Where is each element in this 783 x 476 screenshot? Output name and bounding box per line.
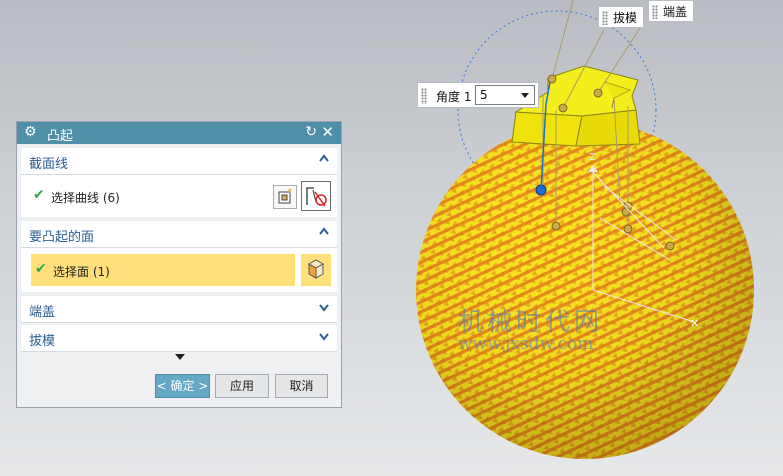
sketch-icon (278, 189, 292, 204)
chevron-down-icon[interactable] (319, 331, 329, 341)
section-curve-body: ✔ 选择曲线 (6) (21, 175, 337, 217)
sphere-body[interactable] (416, 121, 754, 459)
curve-icon (306, 187, 327, 207)
face-select-button[interactable] (301, 254, 331, 286)
end-cap-header[interactable]: 端盖 (21, 296, 337, 323)
chevron-down-icon[interactable] (319, 302, 329, 312)
ok-button[interactable]: < 确定 > (155, 374, 210, 398)
cube-icon (307, 259, 325, 279)
face-header[interactable]: 要凸起的面 (21, 221, 337, 248)
select-curve-label[interactable]: 选择曲线 (6) (51, 189, 120, 206)
grip-icon (602, 11, 608, 25)
sketch-section-button[interactable] (273, 185, 297, 209)
cancel-button[interactable]: 取消 (275, 374, 328, 398)
angle-label: 角度 1 (436, 90, 472, 104)
watermark-title: 机械时代网 (458, 307, 604, 336)
grip-icon (421, 88, 427, 104)
chevron-down-icon[interactable] (521, 93, 529, 98)
end-cap-handle-label[interactable]: 端盖 (648, 0, 695, 22)
dialog-titlebar[interactable]: ⚙ 凸起 ↻ ✕ (17, 122, 341, 144)
reset-icon[interactable]: ↻ (305, 124, 317, 140)
draft-header[interactable]: 拔模 (21, 325, 337, 352)
angle-input-box[interactable]: 角度 1 5 (417, 82, 539, 108)
curve-select-button[interactable] (301, 181, 331, 211)
svg-text:✕: ✕ (690, 317, 699, 330)
angle-value: 5 (480, 88, 488, 102)
draft-handle-label[interactable]: 拔模 (598, 6, 645, 28)
gear-icon[interactable]: ⚙ (24, 124, 37, 140)
grip-icon (652, 5, 658, 19)
section-curve-header[interactable]: 截面线 (21, 148, 337, 175)
check-icon: ✔ (33, 187, 45, 203)
axis-z-label: Z (589, 152, 596, 163)
emboss-dialog: ⚙ 凸起 ↻ ✕ 截面线 ✔ 选择曲线 (6) 要凸起的面 ✔ 选择面 (1) … (16, 121, 342, 408)
face-body: ✔ 选择面 (1) (21, 248, 337, 292)
more-options-icon[interactable] (175, 354, 185, 360)
close-icon[interactable]: ✕ (321, 123, 334, 141)
select-face-label[interactable]: 选择面 (1) (53, 263, 110, 280)
chevron-up-icon[interactable] (319, 154, 329, 164)
check-icon: ✔ (35, 261, 47, 277)
chevron-up-icon[interactable] (319, 227, 329, 237)
apply-button[interactable]: 应用 (215, 374, 269, 398)
dialog-title: 凸起 (47, 129, 74, 144)
watermark-url: www.jxsdw.com (458, 334, 594, 354)
angle-dropdown[interactable]: 5 (475, 85, 535, 105)
